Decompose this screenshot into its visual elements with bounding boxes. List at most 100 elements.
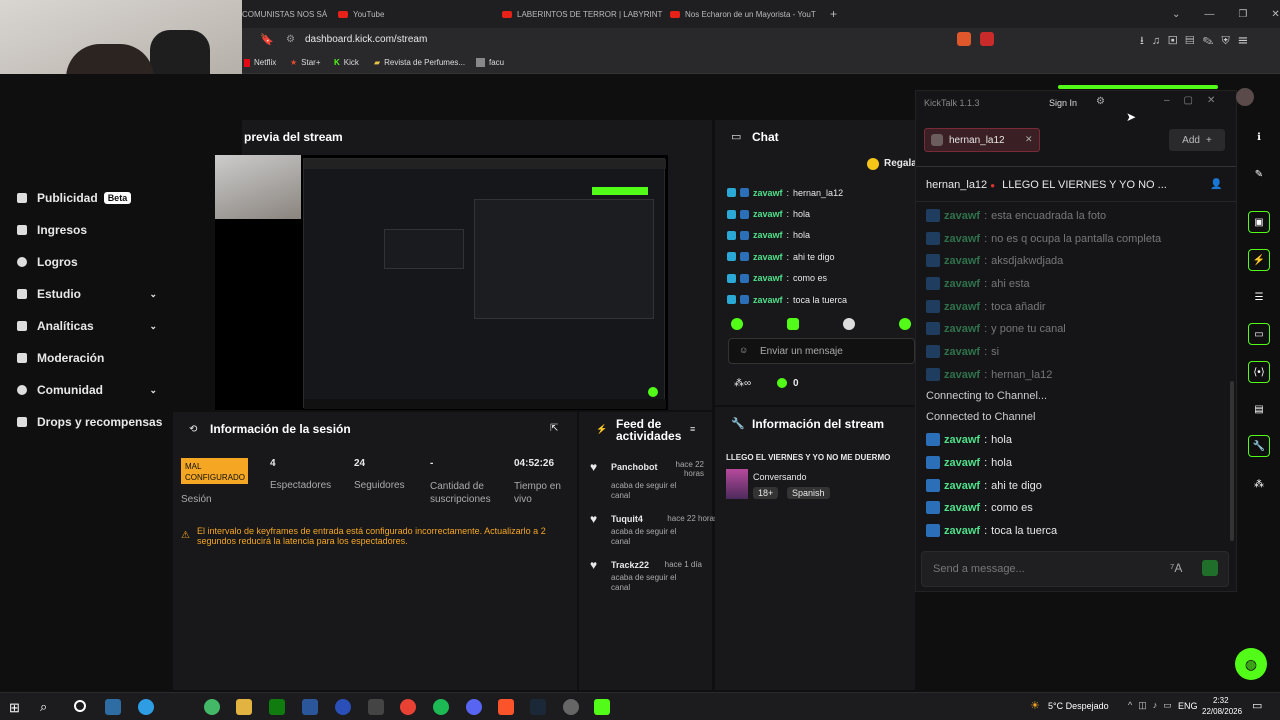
feed-title: Feed de actividades xyxy=(616,417,682,443)
viewers-icon xyxy=(777,378,787,388)
users-icon[interactable]: ⁂ xyxy=(1248,473,1270,495)
brave-icon[interactable] xyxy=(498,699,514,715)
xbox-icon[interactable] xyxy=(269,699,285,715)
popout-icon[interactable]: ⇱ xyxy=(550,423,558,434)
app-icon[interactable] xyxy=(105,699,121,715)
cortana-icon[interactable] xyxy=(74,700,86,712)
spotify-icon[interactable] xyxy=(433,699,449,715)
translate-icon[interactable]: ⁷A xyxy=(1170,561,1182,575)
brave-rewards-icon[interactable] xyxy=(980,32,994,46)
new-tab-button[interactable]: + xyxy=(830,6,837,22)
chevron-down-icon: ⌄ xyxy=(149,320,157,331)
stream-icon[interactable]: ▣ xyxy=(1248,211,1270,233)
tray-icons[interactable]: ^◫♪▭ xyxy=(1128,700,1178,711)
windows-start-icon[interactable]: ⊞ xyxy=(9,700,20,716)
clock-time[interactable]: 2:32 xyxy=(1213,696,1229,705)
window-controls[interactable]: –▢✕ xyxy=(1164,95,1229,106)
viewer-count: 0 xyxy=(793,378,799,389)
channel-tab[interactable]: hernan_la12 ✕ xyxy=(924,128,1040,152)
broadcast-icon[interactable]: ⟨•⟩ xyxy=(1248,361,1270,383)
app-icon[interactable] xyxy=(204,699,220,715)
bookmark-icon[interactable]: 🔖 xyxy=(260,33,274,46)
filter-icon[interactable]: ≡ xyxy=(690,424,695,434)
word-icon[interactable] xyxy=(302,699,318,715)
tab-mayorista[interactable]: Nos Echaron de un Mayorista - YouT xyxy=(670,6,816,22)
list-icon[interactable]: ☰ xyxy=(1248,286,1270,308)
toolbar-icons[interactable]: ⭳♫▣▤✎⛨☰ xyxy=(1140,32,1256,51)
profile-avatar[interactable] xyxy=(1236,88,1254,106)
app-icon[interactable] xyxy=(335,699,351,715)
avatar xyxy=(931,134,943,146)
user-icon[interactable]: 👤 xyxy=(1210,179,1222,190)
edit-icon[interactable]: ✎ xyxy=(1248,163,1270,185)
tab-comunistas[interactable]: COMUNISTAS NOS SÁ xyxy=(242,6,327,22)
sidebar: Publicidad Beta Ingresos Logros Estudio ⌄ … xyxy=(0,181,172,692)
bookmark-starplus[interactable]: ★ Star+ xyxy=(290,58,321,67)
sidebar-item-moderacion[interactable]: Moderación xyxy=(17,351,157,365)
app-icon[interactable] xyxy=(368,699,384,715)
obs-icon[interactable] xyxy=(563,699,579,715)
sidebar-item-drops[interactable]: Drops y recompensas xyxy=(17,415,167,429)
emote-picker-icon[interactable] xyxy=(1202,560,1218,576)
preview-title: previa del stream xyxy=(244,130,343,144)
kt-message: zavawf: hernan_la12 xyxy=(926,368,1052,381)
close-tab-icon[interactable]: ✕ xyxy=(1025,134,1033,145)
sign-in-button[interactable]: Sign In xyxy=(1049,98,1077,108)
chat-input[interactable]: ☺ Enviar un mensaje xyxy=(728,338,915,364)
info-icon[interactable]: ℹ xyxy=(1248,126,1270,148)
discord-icon[interactable] xyxy=(466,699,482,715)
kicktalk-icon[interactable] xyxy=(594,699,610,715)
tab-youtube[interactable]: YouTube xyxy=(338,6,384,22)
search-icon[interactable]: ⌕ xyxy=(40,699,47,715)
stat-followers-value: 24 xyxy=(354,458,366,469)
stream-preview-video[interactable] xyxy=(215,155,668,410)
scrollbar[interactable] xyxy=(1230,381,1234,541)
users-icon[interactable]: ⁂∞ xyxy=(734,378,751,389)
bookmark-kick[interactable]: K Kick xyxy=(334,58,359,67)
language-indicator[interactable]: ENG xyxy=(1178,701,1198,711)
heart-icon: ♥ xyxy=(590,460,598,474)
chrome-icon[interactable] xyxy=(400,699,416,715)
stat-live-time-label: Tiempo en vivo xyxy=(514,481,561,505)
bookmark-revista[interactable]: ▰ Revista de Perfumes... xyxy=(374,58,465,67)
url-field[interactable]: dashboard.kick.com/stream xyxy=(305,34,427,45)
chat-message: zavawf: toca la tuerca xyxy=(727,289,917,310)
chat-icon[interactable]: ▭ xyxy=(1248,323,1270,345)
edge-icon[interactable] xyxy=(138,699,154,715)
gift-label[interactable]: Regala xyxy=(884,158,917,169)
sidebar-item-comunidad[interactable]: Comunidad ⌄ xyxy=(17,383,157,397)
bookmark-facu[interactable]: facu xyxy=(476,58,504,67)
site-info-icon[interactable]: ⚙ xyxy=(286,34,295,45)
emote-bar[interactable] xyxy=(731,318,911,330)
notifications-icon[interactable]: ▭ xyxy=(1252,699,1262,712)
sidebar-item-estudio[interactable]: Estudio ⌄ xyxy=(17,287,157,301)
kt-message: zavawf: aksdjakwdjada xyxy=(926,254,1063,267)
emoji-icon[interactable]: ☺ xyxy=(739,345,748,355)
session-title: Información de la sesión xyxy=(210,422,351,436)
kt-message: zavawf: ahi esta xyxy=(926,277,1030,290)
gift-icon xyxy=(17,417,27,427)
tab-laberintos[interactable]: LABERINTOS DE TERROR | LABYRINT xyxy=(502,6,662,22)
add-channel-button[interactable]: Add + xyxy=(1169,129,1225,151)
folder-icon[interactable] xyxy=(236,699,252,715)
support-button[interactable]: ◍ xyxy=(1235,648,1267,680)
steam-icon[interactable] xyxy=(530,699,546,715)
sidebar-item-analiticas[interactable]: Analíticas ⌄ xyxy=(17,319,157,333)
sidebar-item-publicidad[interactable]: Publicidad Beta xyxy=(17,191,157,205)
megaphone-icon xyxy=(17,193,27,203)
clock-date[interactable]: 22/08/2026 xyxy=(1202,707,1242,716)
mouse-cursor: ➤ xyxy=(1126,110,1137,124)
kt-message-input[interactable]: Send a message... ⁷A xyxy=(921,551,1229,587)
kt-message: zavawf: y pone tu canal xyxy=(926,322,1066,335)
sidebar-item-logros[interactable]: Logros xyxy=(17,255,157,269)
settings-icon[interactable]: ⚙ xyxy=(1096,96,1105,107)
weather-text[interactable]: 5°C Despejado xyxy=(1048,701,1109,711)
chart-icon xyxy=(17,321,27,331)
bookmark-netflix[interactable]: Netflix xyxy=(244,58,276,67)
brave-shield-icon[interactable] xyxy=(957,32,971,46)
window-controls[interactable]: ⌄ — ❐ ✕ xyxy=(1172,6,1280,22)
lightning-icon[interactable]: ⚡ xyxy=(1248,249,1270,271)
sidebar-item-ingresos[interactable]: Ingresos xyxy=(17,223,157,237)
drive-icon[interactable]: ▤ xyxy=(1248,398,1270,420)
wrench-icon[interactable]: 🔧 xyxy=(1248,435,1270,457)
